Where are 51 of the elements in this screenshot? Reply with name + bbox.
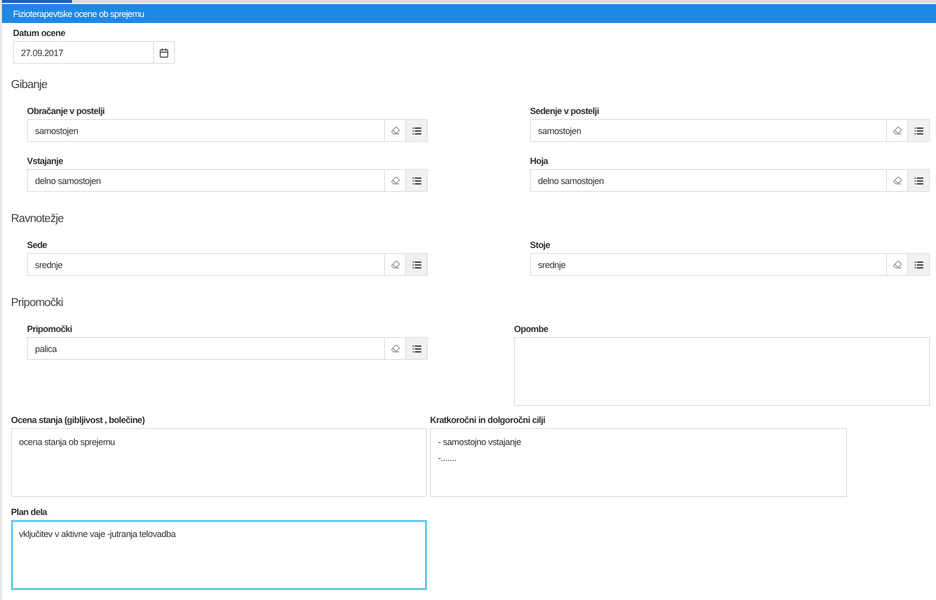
field-label: Opombe xyxy=(514,323,550,335)
date-field[interactable]: 27.09.2017 xyxy=(13,41,153,64)
text-field[interactable]: srednje xyxy=(530,253,886,276)
eraser-icon xyxy=(892,176,902,185)
calendar-button[interactable] xyxy=(153,41,175,64)
list-icon xyxy=(914,126,924,136)
field-label: Kratkoročni in dolgoročni cilji xyxy=(430,414,546,426)
text-field[interactable]: srednje xyxy=(27,253,384,276)
text-field[interactable]: delno samostojen xyxy=(530,169,886,192)
list-icon xyxy=(914,176,924,186)
text-field[interactable]: samostojen xyxy=(27,119,384,142)
tab-indicator xyxy=(2,0,72,3)
eraser-icon xyxy=(390,260,400,269)
text-area[interactable]: ocena stanja ob sprejemu xyxy=(11,428,427,497)
eraser-icon xyxy=(892,260,902,269)
list-button[interactable] xyxy=(406,337,428,360)
field-label: Datum ocene xyxy=(13,27,66,39)
field-label: Plan dela xyxy=(11,506,48,518)
section-heading: Gibanje xyxy=(11,78,48,93)
header-title: Fizioterapevtske ocene ob sprejemu xyxy=(13,8,144,18)
text-field[interactable]: delno samostojen xyxy=(27,169,384,192)
field-label: Pripomočki xyxy=(27,323,74,335)
field-label: Sedenje v postelji xyxy=(530,105,600,117)
text-area[interactable]: - samostojno vstajanje -....... xyxy=(430,428,847,497)
list-icon xyxy=(412,126,422,136)
eraser-icon xyxy=(892,126,902,135)
eraser-icon xyxy=(390,344,400,353)
field-label: Hoja xyxy=(530,155,550,167)
list-button[interactable] xyxy=(908,169,930,192)
calendar-icon xyxy=(159,48,169,58)
section-heading: Pripomočki xyxy=(11,296,64,311)
text-field[interactable]: samostojen xyxy=(530,119,886,142)
eraser-icon xyxy=(390,126,400,135)
list-icon xyxy=(412,260,422,270)
list-icon xyxy=(412,344,422,354)
list-button[interactable] xyxy=(406,169,428,192)
list-button[interactable] xyxy=(908,119,930,142)
section-heading: Ravnotežje xyxy=(11,212,65,227)
eraser-icon xyxy=(390,176,400,185)
field-label: Sede xyxy=(27,239,48,251)
field-label: Stoje xyxy=(530,239,552,251)
field-label: Obračanje v postelji xyxy=(27,105,106,117)
field-label: Vstajanje xyxy=(27,155,64,167)
field-label: Ocena stanja (gibljivost , bolečine) xyxy=(11,414,146,426)
text-area[interactable]: vključitev v aktivne vaje -jutranja telovadba xyxy=(11,520,427,590)
list-button[interactable] xyxy=(406,253,428,276)
list-button[interactable] xyxy=(406,119,428,142)
list-button[interactable] xyxy=(908,253,930,276)
list-icon xyxy=(412,176,422,186)
text-field[interactable]: palica xyxy=(27,337,384,360)
list-icon xyxy=(914,260,924,270)
